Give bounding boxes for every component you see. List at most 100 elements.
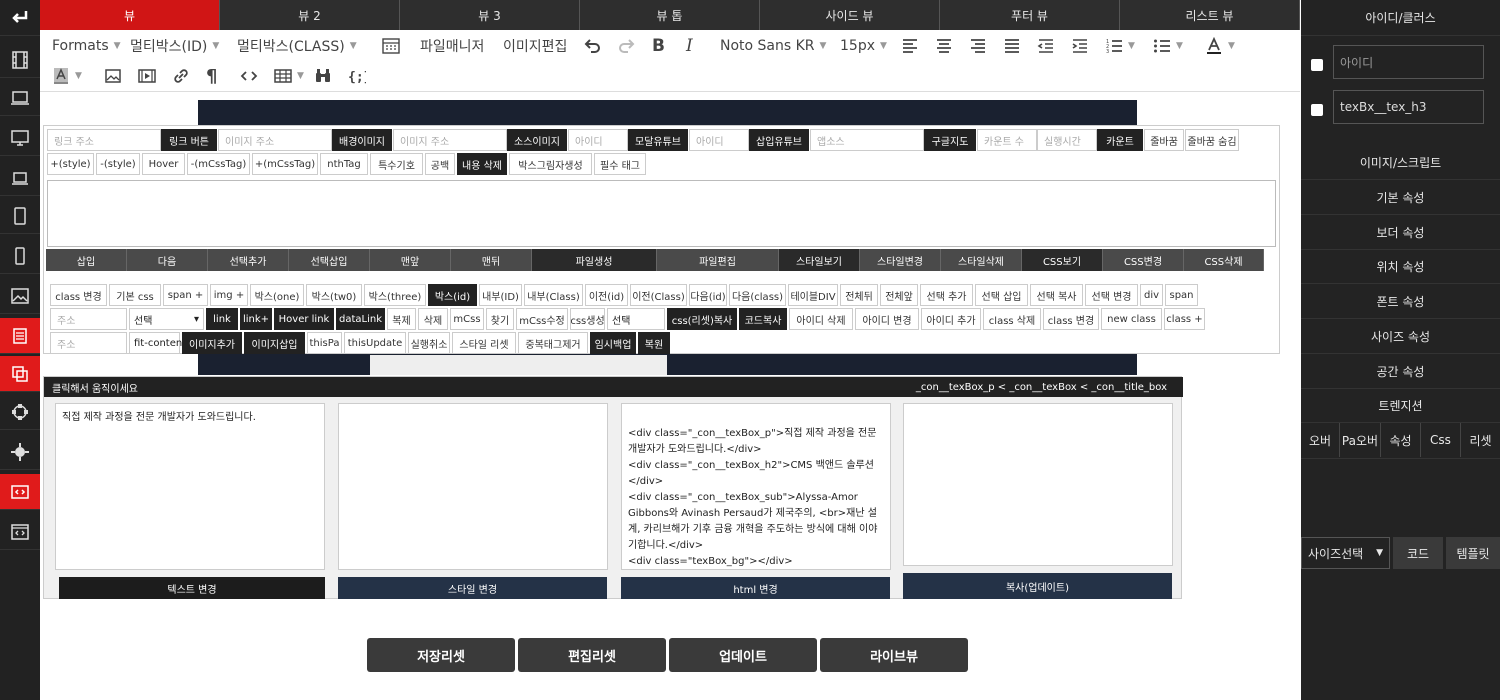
code-window-icon[interactable] xyxy=(0,474,40,510)
row5-btn-0[interactable]: 이미지추가 xyxy=(182,332,242,354)
table-icon[interactable]: ▼ xyxy=(274,61,304,91)
row1-item-16[interactable]: 줄바꿈 숨김 xyxy=(1185,129,1239,151)
row1-item-1[interactable]: 링크 버튼 xyxy=(161,129,217,151)
action-btn-6[interactable]: 파일생성 xyxy=(532,249,657,271)
row4-select-2[interactable]: 선택 xyxy=(607,308,665,330)
section-position[interactable]: 위치 속성 xyxy=(1301,250,1500,284)
row2-btn-0[interactable]: +(style) xyxy=(47,153,94,175)
action-btn-10[interactable]: 스타일삭제 xyxy=(941,249,1022,271)
row1-item-10[interactable]: 앱소스 xyxy=(810,129,924,151)
row1-item-3[interactable]: 배경이미지 xyxy=(332,129,392,151)
source-code-icon[interactable] xyxy=(382,31,400,61)
section-image-script[interactable]: 이미지/스크립트 xyxy=(1301,146,1500,180)
section-font[interactable]: 폰트 속성 xyxy=(1301,285,1500,319)
size-select[interactable]: 사이즈선택 ▼ xyxy=(1301,537,1390,569)
row4b-btn-4[interactable]: 아이디 추가 xyxy=(921,308,981,330)
row1-item-2[interactable]: 이미지 주소 xyxy=(218,129,332,151)
row3-btn-22[interactable]: span xyxy=(1165,284,1198,306)
section-size[interactable]: 사이즈 속성 xyxy=(1301,320,1500,354)
row4b-btn-2[interactable]: 아이디 삭제 xyxy=(789,308,853,330)
row4b-btn-0[interactable]: css(리셋)복사 xyxy=(667,308,737,330)
row4-select[interactable]: 선택 ▾ xyxy=(129,308,204,330)
align-right-icon[interactable] xyxy=(969,31,987,61)
row3-btn-12[interactable]: 다음(id) xyxy=(689,284,727,306)
id-input[interactable]: 아이디 xyxy=(1333,45,1484,79)
text-color-icon[interactable]: ▼ xyxy=(1205,31,1235,61)
tab-view-top[interactable]: 뷰 톱 xyxy=(580,0,760,30)
row4-address-input[interactable]: 주소 xyxy=(50,308,127,330)
id-checkbox[interactable] xyxy=(1311,59,1323,71)
tab-footer-view[interactable]: 푸터 뷰 xyxy=(940,0,1120,30)
row4-btn-5[interactable]: 삭제 xyxy=(418,308,448,330)
background-color-icon[interactable]: ▼ xyxy=(52,61,82,91)
action-btn-3[interactable]: 선택삽입 xyxy=(289,249,370,271)
row5-btn-3[interactable]: thisUpdate xyxy=(344,332,406,354)
tab-css[interactable]: Css xyxy=(1421,423,1461,457)
style-change-button[interactable]: 스타일 변경 xyxy=(338,577,607,599)
row2-btn-2[interactable]: Hover xyxy=(142,153,185,175)
action-btn-5[interactable]: 맨뒤 xyxy=(451,249,532,271)
copy-icon[interactable] xyxy=(0,356,40,392)
row1-item-9[interactable]: 삽입유튜브 xyxy=(749,129,809,151)
code-textarea[interactable] xyxy=(47,180,1276,247)
row4-btn-1[interactable]: link+ xyxy=(240,308,272,330)
row4b-btn-1[interactable]: 코드복사 xyxy=(739,308,787,330)
align-left-icon[interactable] xyxy=(901,31,919,61)
row2-btn-5[interactable]: nthTag xyxy=(320,153,368,175)
class-input[interactable]: texBx__tex_h3 xyxy=(1333,90,1484,124)
row4b-btn-6[interactable]: class 변경 xyxy=(1043,308,1099,330)
move-icon[interactable] xyxy=(0,434,40,470)
copy-update-button[interactable]: 복사(업데이트) xyxy=(903,573,1172,599)
live-view-button[interactable]: 라이브뷰 xyxy=(820,638,968,672)
section-border[interactable]: 보더 속성 xyxy=(1301,216,1500,250)
css-code-area[interactable] xyxy=(1301,458,1500,538)
row3-btn-4[interactable]: 박스(one) xyxy=(250,284,304,306)
action-btn-11[interactable]: CSS보기 xyxy=(1022,249,1103,271)
formats-dropdown[interactable]: Formats ▼ xyxy=(52,31,121,61)
insert-image-icon[interactable] xyxy=(104,61,122,91)
tab-list-view[interactable]: 리스트 뷰 xyxy=(1120,0,1300,30)
row3-btn-14[interactable]: 테이블DIV xyxy=(788,284,838,306)
section-basic[interactable]: 기본 속성 xyxy=(1301,181,1500,215)
bold-icon[interactable]: B xyxy=(652,31,665,61)
undo-icon[interactable] xyxy=(583,31,601,61)
row4b-btn-8[interactable]: class + xyxy=(1164,308,1205,330)
row4-btn-0[interactable]: link xyxy=(206,308,238,330)
font-size-dropdown[interactable]: 15px ▼ xyxy=(840,31,887,61)
row1-item-11[interactable]: 구글지도 xyxy=(924,129,976,151)
drag-nodes-icon[interactable] xyxy=(0,394,40,430)
image-icon[interactable] xyxy=(0,278,40,314)
row4b-btn-5[interactable]: class 삭제 xyxy=(983,308,1041,330)
row4-btn-8[interactable]: mCss수정 xyxy=(516,308,568,330)
action-btn-13[interactable]: CSS삭제 xyxy=(1184,249,1264,271)
tablet-icon[interactable] xyxy=(0,198,40,234)
row4-btn-6[interactable]: mCss xyxy=(450,308,484,330)
tab-pa-over[interactable]: Pa오버 xyxy=(1340,423,1381,457)
row4-btn-2[interactable]: Hover link xyxy=(274,308,334,330)
row4b-btn-7[interactable]: new class xyxy=(1101,308,1162,330)
row3-btn-7[interactable]: 박스(id) xyxy=(428,284,477,306)
row3-btn-9[interactable]: 내부(Class) xyxy=(524,284,583,306)
bullet-list-icon[interactable]: ▼ xyxy=(1153,31,1183,61)
row1-item-7[interactable]: 모달유튜브 xyxy=(628,129,688,151)
laptop-icon[interactable] xyxy=(0,80,40,116)
mobile-icon[interactable] xyxy=(0,238,40,274)
row5-btn-5[interactable]: 스타일 리셋 xyxy=(452,332,516,354)
row2-btn-1[interactable]: -(style) xyxy=(96,153,140,175)
row2-btn-9[interactable]: 박스그림자생성 xyxy=(509,153,592,175)
row1-item-13[interactable]: 실행시간 xyxy=(1037,129,1097,151)
row3-btn-6[interactable]: 박스(three) xyxy=(364,284,426,306)
tab-reset[interactable]: 리셋 xyxy=(1461,423,1500,457)
tab-over[interactable]: 오버 xyxy=(1301,423,1340,457)
row3-btn-2[interactable]: span + xyxy=(163,284,208,306)
row4-btn-4[interactable]: 복제 xyxy=(387,308,416,330)
tab-view-3[interactable]: 뷰 3 xyxy=(400,0,580,30)
row2-btn-6[interactable]: 특수기호 xyxy=(370,153,423,175)
row1-item-12[interactable]: 카운트 수 xyxy=(977,129,1037,151)
row3-btn-5[interactable]: 박스(tw0) xyxy=(306,284,362,306)
film-icon[interactable] xyxy=(0,42,40,78)
row1-item-4[interactable]: 이미지 주소 xyxy=(393,129,507,151)
row4-btn-9[interactable]: css생성 xyxy=(570,308,605,330)
tab-view[interactable]: 뷰 xyxy=(40,0,220,30)
multibox-class-dropdown[interactable]: 멀티박스(CLASS) ▼ xyxy=(237,31,357,61)
